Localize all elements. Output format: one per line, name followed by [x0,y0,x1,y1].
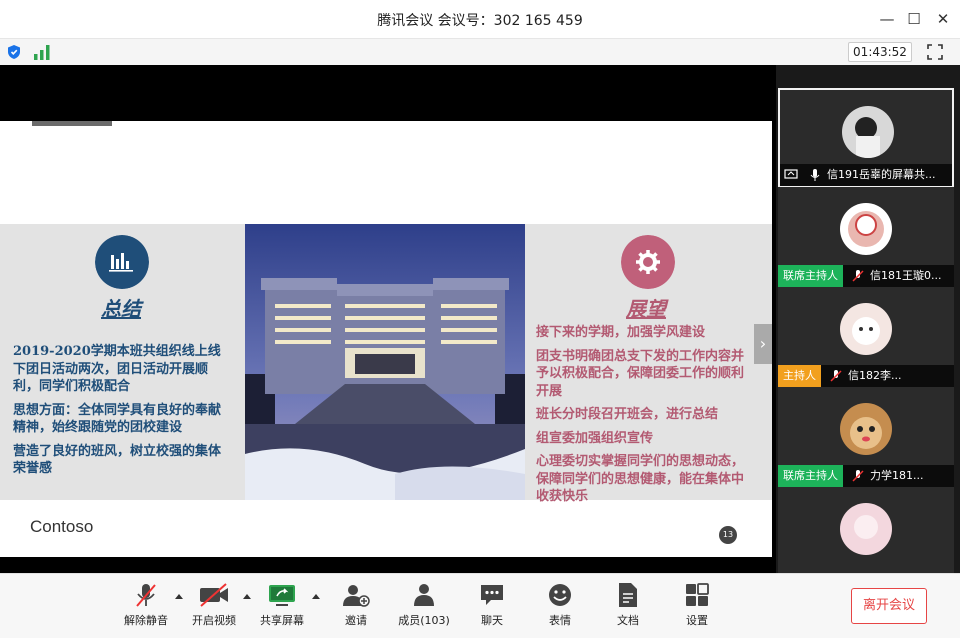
participant-label: 信191岳辜的屏幕共... [780,164,952,186]
chart-icon [95,235,149,289]
gear-icon [621,235,675,289]
outlook-paragraph: 接下来的学期，加强学风建设 [536,325,706,340]
participant-tile[interactable]: 信191岳辜的屏幕共... [778,88,954,188]
participant-label: 主持人 信182李... [778,365,954,387]
settings-label: 设置 [686,614,708,627]
fullscreen-icon[interactable] [926,43,944,61]
participant-name: 信191岳辜的屏幕共... [827,168,936,181]
video-options-caret[interactable] [243,594,251,599]
participant-tile[interactable]: 主持人 信182李... [778,287,954,387]
summary-paragraph: 营造了良好的班风，树立校强的集体荣誉感 [13,443,222,477]
participant-tile[interactable] [778,487,954,573]
page-number-badge: 13 [719,526,737,544]
unmute-button[interactable]: 解除静音 [116,582,176,628]
avatar [840,503,892,555]
title-bar: 腾讯会议 会议号：302 165 459 — ☐ ✕ [0,0,960,38]
outlook-paragraph: 班长分时段召开班会，进行总结 [536,407,719,422]
slide-tab-mark [32,121,112,126]
grid-settings-icon [686,583,709,606]
screen-share-icon [784,169,798,179]
leave-meeting-button[interactable]: 离开会议 [851,588,927,624]
minimize-icon[interactable]: — [876,8,898,30]
next-page-arrow[interactable]: › [754,324,772,364]
maximize-icon[interactable]: ☐ [903,8,925,30]
start-video-label: 开启视频 [192,614,236,627]
participant-name: 信181王璇0... [870,269,942,282]
contoso-logo: Contoso [30,517,94,536]
chat-icon [481,585,503,605]
summary-text: 2019-2020学期本班共组织线上线下团日活动两次，团日活动开展顺利，同学们积… [13,343,231,484]
audio-options-caret[interactable] [175,594,183,599]
presentation-slide: 总结 2019-2020学期本班共组织线上线下团日活动两次，团日活动开展顺利，同… [0,121,772,557]
participant-tile[interactable]: 联席主持人 力学181... [778,387,954,487]
participant-label: 联席主持人 信181王璇0... [778,265,954,287]
share-screen-label: 共享屏幕 [260,614,304,627]
meeting-toolbar: 解除静音 开启视频 共享屏幕 邀请 成员(103) 聊天 表情 文档 设置 离开… [0,573,960,638]
avatar [840,203,892,255]
invite-button[interactable]: 邀请 [326,582,386,628]
emoji-button[interactable]: 表情 [530,582,590,628]
participant-tile[interactable]: 联席主持人 信181王璇0... [778,187,954,287]
chat-button[interactable]: 聊天 [462,582,522,628]
outlook-paragraph: 心理委切实掌握同学们的思想动态，保障同学们的思想健康，能在集体中收获快乐 [536,454,745,504]
outlook-paragraph: 组宣委加强组织宣传 [536,430,654,446]
participant-name: 力学181... [870,469,924,482]
summary-paragraph: 思想方面：全体同学具有良好的奉献精神，始终跟随党的团校建设 [13,402,222,436]
unmute-label: 解除静音 [124,614,168,627]
campus-building-photo [245,224,525,500]
members-icon [414,584,434,606]
status-bar: 01:43:52 [0,38,960,65]
mic-muted-icon [136,584,156,607]
avatar [842,106,894,158]
mic-muted-icon [851,470,864,482]
document-icon [619,583,637,607]
participant-name: 信182李... [848,369,902,382]
summary-paragraph: 2019-2020学期本班共组织线上线下团日活动两次，团日活动开展顺利，同学们积… [13,344,221,394]
host-badge: 主持人 [778,365,821,387]
invite-label: 邀请 [345,614,367,627]
summary-heading: 总结 [101,297,141,321]
share-screen-icon [269,585,295,606]
outlook-heading: 展望 [626,297,666,321]
outlook-paragraph: 团支书明确团总支下发的工作内容并予以积极配合，保障团委工作的顺利开展 [536,348,745,399]
shield-icon[interactable] [6,44,22,60]
shared-screen: 总结 2019-2020学期本班共组织线上线下团日活动两次，团日活动开展顺利，同… [0,65,776,573]
avatar [840,403,892,455]
signal-icon[interactable] [33,44,51,60]
members-button[interactable]: 成员(103) [394,582,454,628]
chat-label: 聊天 [481,614,503,627]
mic-icon [810,169,819,181]
add-person-icon [343,585,370,607]
share-screen-button[interactable]: 共享屏幕 [252,582,312,628]
close-icon[interactable]: ✕ [932,8,954,30]
participant-label: 联席主持人 力学181... [778,465,954,487]
emoji-label: 表情 [549,614,571,627]
emoji-icon [549,584,571,606]
window-title: 腾讯会议 会议号：302 165 459 [377,13,583,29]
mic-muted-icon [851,270,864,282]
outlook-text: 接下来的学期，加强学风建设 团支书明确团总支下发的工作内容并予以积极配合，保障团… [536,324,754,512]
mic-muted-icon [829,370,842,382]
settings-button[interactable]: 设置 [667,582,727,628]
avatar [840,303,892,355]
documents-label: 文档 [617,614,639,627]
cohost-badge: 联席主持人 [778,265,843,287]
cohost-badge: 联席主持人 [778,465,843,487]
documents-button[interactable]: 文档 [598,582,658,628]
members-label: 成员(103) [398,614,450,627]
share-options-caret[interactable] [312,594,320,599]
participant-list[interactable]: 信191岳辜的屏幕共... 联席主持人 信181王璇0... 主持人 信182李… [776,65,960,573]
video-off-icon [200,583,228,607]
meeting-timer: 01:43:52 [848,42,912,62]
start-video-button[interactable]: 开启视频 [184,582,244,628]
